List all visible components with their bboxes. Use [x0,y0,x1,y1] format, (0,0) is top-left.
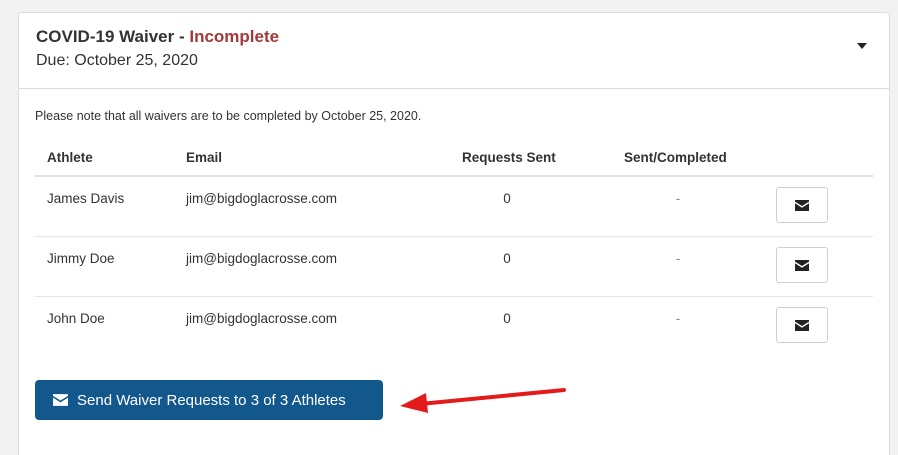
send-all-label: Send Waiver Requests to 3 of 3 Athletes [77,391,346,409]
requests-sent-count: 0 [503,191,511,206]
athlete-email: jim@bigdoglacrosse.com [186,311,338,326]
sent-completed-value: - [675,191,681,206]
column-header-sent-completed: Sent/Completed [624,150,727,165]
waiver-panel-header[interactable]: COVID-19 Waiver - Incomplete Due: Octobe… [19,13,889,89]
title-separator: - [174,27,190,46]
envelope-icon [795,319,809,331]
caret-down-icon[interactable] [857,43,867,49]
envelope-icon [795,259,809,271]
sent-completed-value: - [675,251,681,266]
waiver-note: Please note that all waivers are to be c… [35,109,422,123]
envelope-icon [53,394,68,406]
send-all-waiver-requests-button[interactable]: Send Waiver Requests to 3 of 3 Athletes [35,380,383,420]
athlete-email: jim@bigdoglacrosse.com [186,191,338,206]
red-arrow [400,388,566,413]
athlete-email: jim@bigdoglacrosse.com [186,251,338,266]
requests-sent-count: 0 [503,311,511,326]
send-request-button[interactable] [776,247,828,283]
athlete-name: John Doe [47,311,105,326]
athlete-name: James Davis [47,191,125,206]
sent-completed-value: - [675,311,681,326]
column-header-requests-sent: Requests Sent [462,150,556,165]
column-header-athlete: Athlete [47,150,93,165]
page: COVID-19 Waiver - Incomplete Due: Octobe… [0,0,898,455]
envelope-icon [795,199,809,211]
waiver-name: COVID-19 Waiver [36,27,175,46]
table-row: John Doe jim@bigdoglacrosse.com 0 - [35,297,873,357]
waiver-status: Incomplete [189,27,280,46]
send-request-button[interactable] [776,307,828,343]
column-header-email: Email [186,150,223,165]
table-row: Jimmy Doe jim@bigdoglacrosse.com 0 - [35,237,873,297]
requests-sent-count: 0 [503,251,511,266]
table-row: James Davis jim@bigdoglacrosse.com 0 - [35,177,873,237]
athlete-name: Jimmy Doe [47,251,115,266]
send-request-button[interactable] [776,187,828,223]
waiver-title: COVID-19 Waiver - Incomplete [36,27,279,47]
waiver-due-date: Due: October 25, 2020 [36,52,198,69]
